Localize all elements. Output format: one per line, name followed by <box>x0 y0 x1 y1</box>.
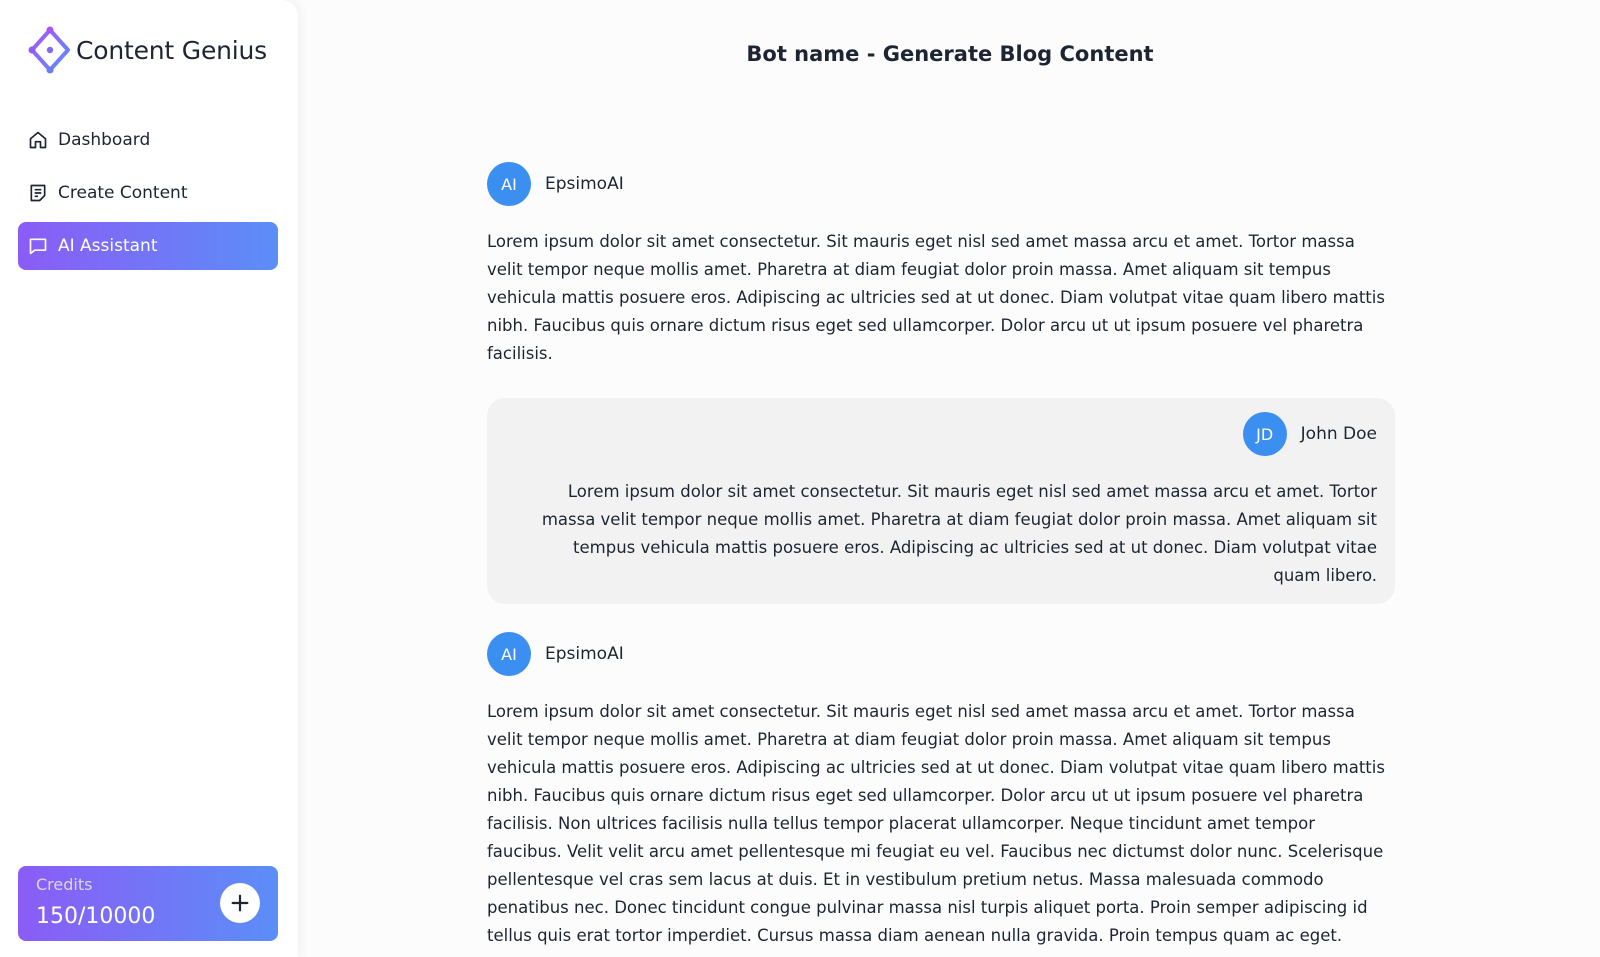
bot-message: AI EpsimoAI Lorem ipsum dolor sit amet c… <box>487 162 1395 368</box>
sender-name: EpsimoAI <box>545 644 624 664</box>
message-text: Lorem ipsum dolor sit amet consectetur. … <box>487 232 1385 363</box>
message-text: Lorem ipsum dolor sit amet consectetur. … <box>487 702 1385 945</box>
sidebar-item-label: Create Content <box>58 183 188 203</box>
user-message: JD John Doe Lorem ipsum dolor sit amet c… <box>487 398 1395 604</box>
app-root: Content Genius Dashboard Create Content … <box>0 0 1600 957</box>
sidebar-nav: Dashboard Create Content AI Assistant <box>18 116 278 275</box>
chat-thread: AI EpsimoAI Lorem ipsum dolor sit amet c… <box>487 162 1395 950</box>
bot-message: AI EpsimoAI Lorem ipsum dolor sit amet c… <box>487 632 1395 950</box>
add-credits-button[interactable] <box>220 883 260 923</box>
message-header: AI EpsimoAI <box>487 632 1395 676</box>
sidebar: Content Genius Dashboard Create Content … <box>0 0 298 957</box>
home-icon <box>28 130 48 150</box>
brand-logo-icon <box>28 26 70 74</box>
message-text: Lorem ipsum dolor sit amet consectetur. … <box>541 482 1377 585</box>
credits-value: 150/10000 <box>36 904 156 929</box>
document-icon <box>28 183 48 203</box>
page-title: Bot name - Generate Blog Content <box>746 42 1154 66</box>
sender-name: John Doe <box>1300 424 1377 444</box>
avatar: JD <box>1242 412 1287 456</box>
credits-card: Credits 150/10000 <box>18 866 278 941</box>
sender-name: EpsimoAI <box>545 174 624 194</box>
sidebar-item-ai-assistant[interactable]: AI Assistant <box>18 222 278 270</box>
message-header: JD John Doe <box>521 412 1377 456</box>
sidebar-item-dashboard[interactable]: Dashboard <box>18 116 278 164</box>
message-header: AI EpsimoAI <box>487 162 1395 206</box>
chat-bubble-icon <box>28 236 48 256</box>
brand-name: Content Genius <box>76 35 267 65</box>
avatar: AI <box>487 632 531 676</box>
avatar: AI <box>487 162 531 206</box>
sidebar-item-label: Dashboard <box>58 130 151 150</box>
sidebar-item-create-content[interactable]: Create Content <box>18 169 278 217</box>
brand[interactable]: Content Genius <box>28 26 267 74</box>
plus-icon <box>231 894 249 912</box>
credits-label: Credits <box>36 875 93 894</box>
sidebar-item-label: AI Assistant <box>58 236 158 256</box>
